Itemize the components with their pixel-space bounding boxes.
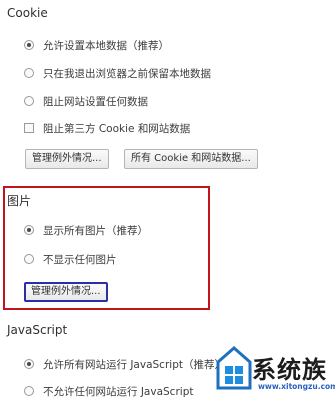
radio-checked[interactable] [24,359,34,369]
cookie-option-session[interactable]: 只在我退出浏览器之前保留本地数据 [24,64,211,82]
javascript-option-block[interactable]: 不允许任何网站运行 JavaScript [24,382,193,400]
watermark-title: 系统族 [252,356,327,384]
images-option-hide[interactable]: 不显示任何图片 [24,250,117,268]
javascript-option-allow-label: 允许所有网站运行 JavaScript（推荐） [43,358,225,371]
images-heading: 图片 [7,194,32,208]
watermark-url: www.xitongzu.com [258,382,335,391]
cookie-heading: Cookie [7,6,48,20]
radio-checked[interactable] [24,40,34,50]
block-third-party-label: 阻止第三方 Cookie 和网站数据 [43,122,191,135]
all-cookies-button[interactable]: 所有 Cookie 和网站数据... [124,149,258,169]
radio-unchecked[interactable] [24,254,34,264]
content-settings-page: Cookie 允许设置本地数据（推荐） 只在我退出浏览器之前保留本地数据 阻止网… [0,0,335,403]
cookie-option-block[interactable]: 阻止网站设置任何数据 [24,92,148,110]
cookie-manage-exceptions-button[interactable]: 管理例外情况... [25,149,109,169]
cookie-option-allow-label: 允许设置本地数据（推荐） [43,39,169,52]
house-logo-icon [216,346,252,390]
radio-unchecked[interactable] [24,68,34,78]
radio-unchecked[interactable] [24,386,34,396]
watermark: 系统族 www.xitongzu.com [212,342,335,403]
images-option-show-label: 显示所有图片（推荐） [43,224,148,237]
radio-checked[interactable] [24,225,34,235]
block-third-party-checkbox-row[interactable]: 阻止第三方 Cookie 和网站数据 [24,119,190,137]
javascript-heading: JavaScript [7,323,68,337]
javascript-option-allow[interactable]: 允许所有网站运行 JavaScript（推荐） [24,355,225,373]
cookie-option-allow[interactable]: 允许设置本地数据（推荐） [24,36,169,54]
images-option-hide-label: 不显示任何图片 [43,253,117,266]
images-manage-exceptions-button[interactable]: 管理例外情况... [24,282,108,302]
cookie-option-session-label: 只在我退出浏览器之前保留本地数据 [43,67,211,80]
cookie-option-block-label: 阻止网站设置任何数据 [43,95,148,108]
radio-unchecked[interactable] [24,96,34,106]
javascript-option-block-label: 不允许任何网站运行 JavaScript [43,385,194,398]
images-option-show[interactable]: 显示所有图片（推荐） [24,221,148,239]
checkbox[interactable] [24,123,34,133]
